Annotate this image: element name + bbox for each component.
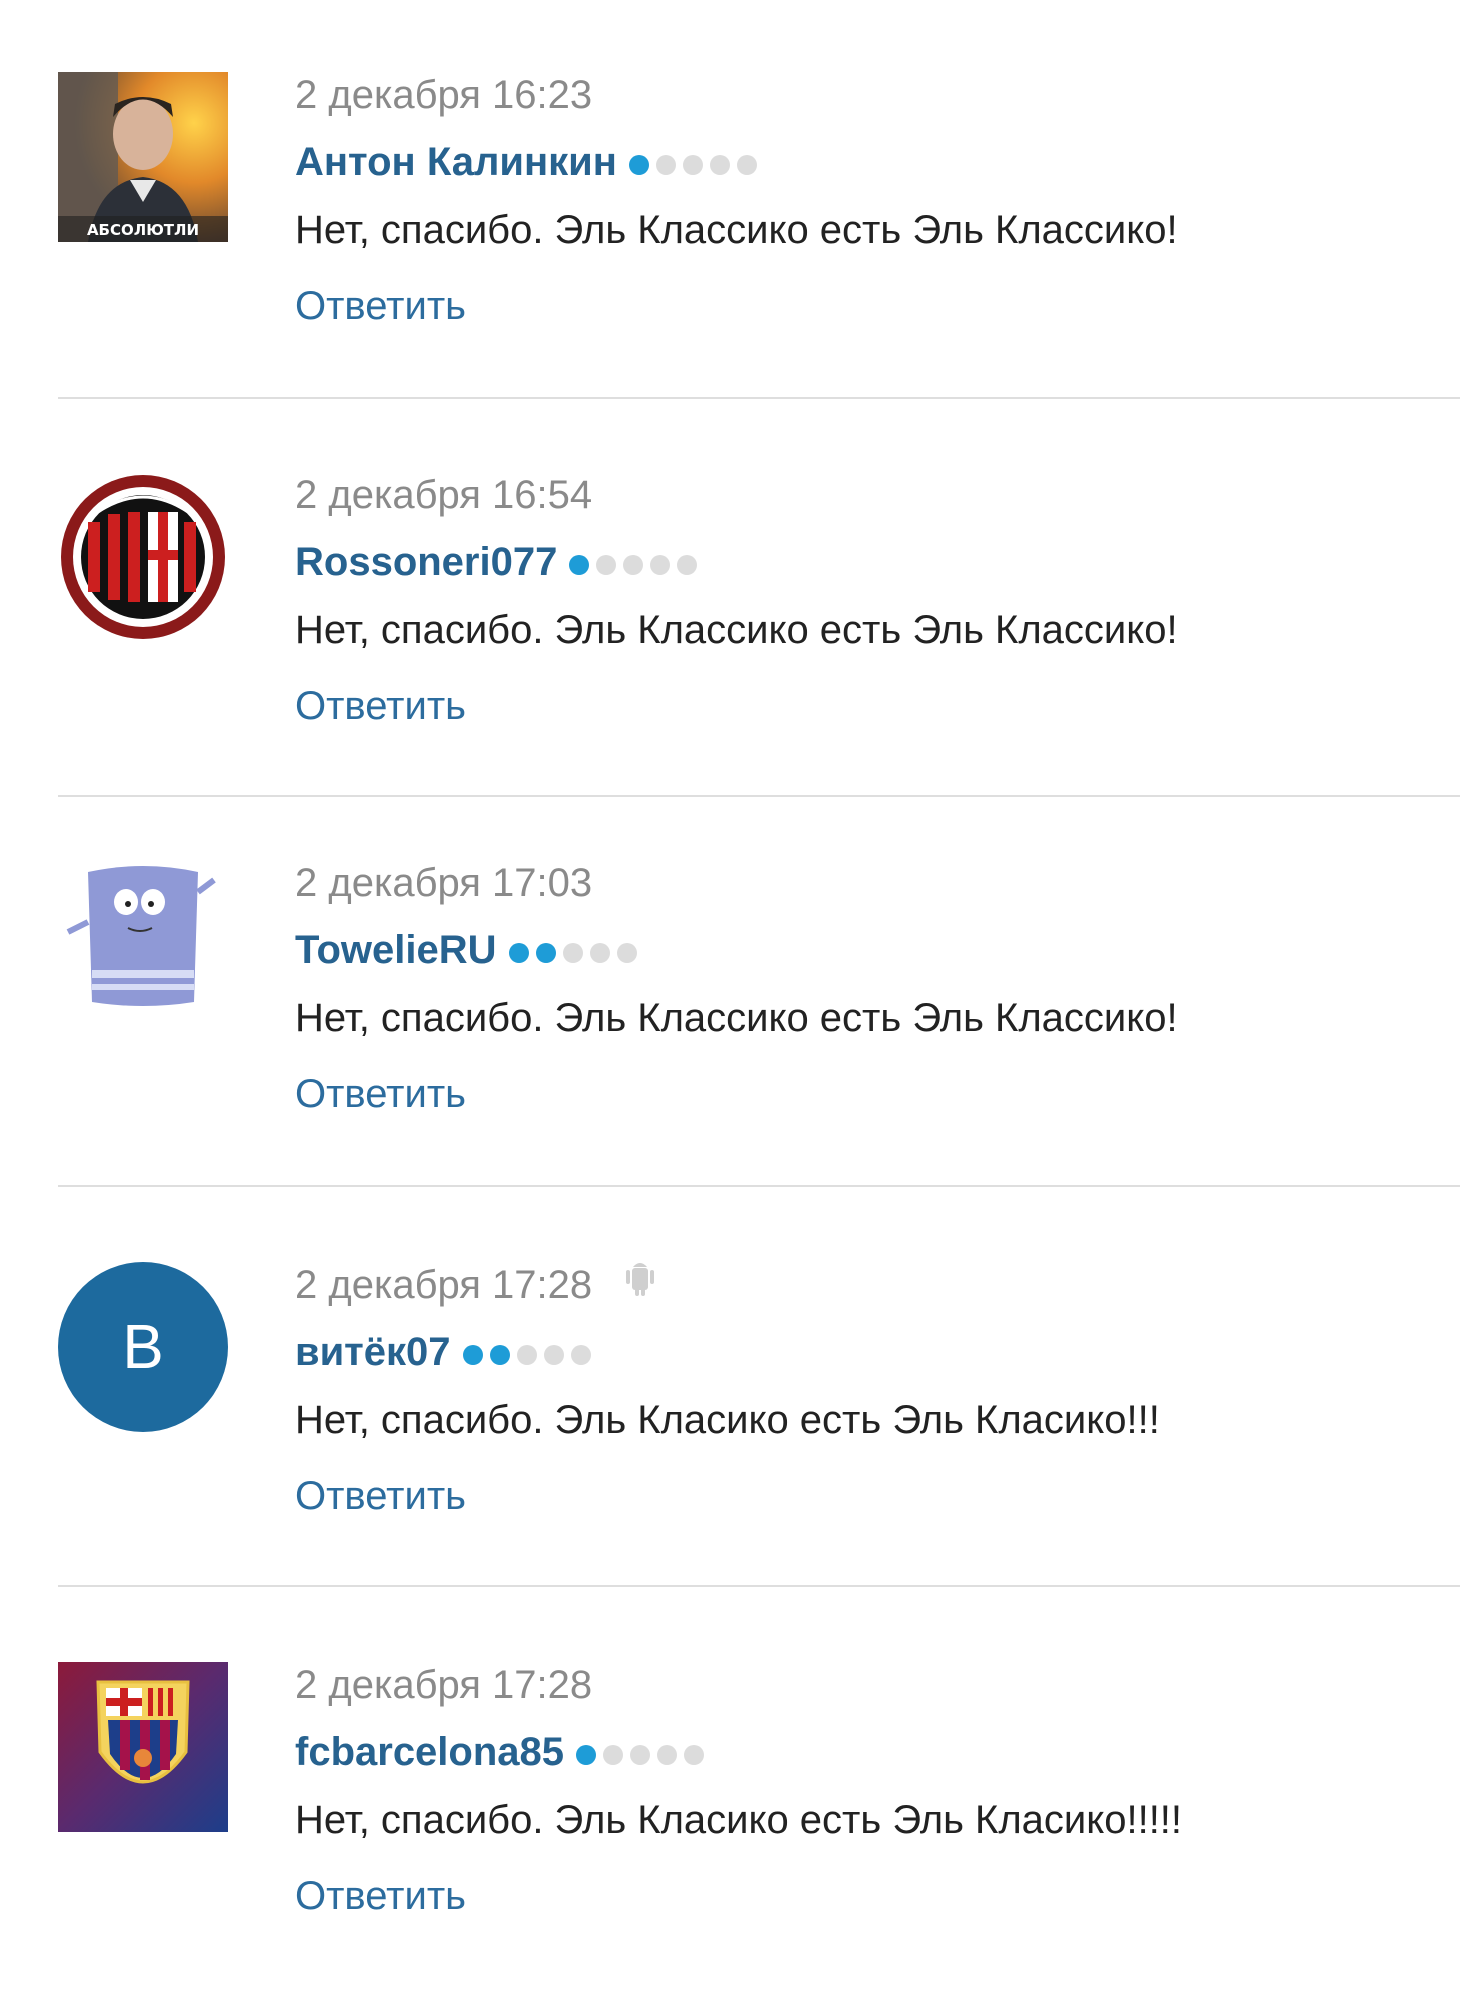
reply-link[interactable]: Ответить bbox=[295, 1470, 466, 1522]
author-name[interactable]: Антон Калинкин bbox=[295, 136, 617, 188]
reply-link[interactable]: Ответить bbox=[295, 1870, 466, 1922]
fc-barcelona-crest-icon bbox=[58, 1662, 228, 1832]
android-icon bbox=[625, 1258, 655, 1310]
rating-dot-filled bbox=[462, 1345, 483, 1365]
author-line: TowelieRU bbox=[295, 924, 644, 976]
author-name[interactable]: Rossoneri077 bbox=[295, 536, 557, 588]
rating-dot-empty bbox=[630, 1745, 651, 1765]
rating-dot-empty bbox=[596, 555, 617, 575]
rating-dot-empty bbox=[655, 155, 676, 175]
rating-dot-empty bbox=[657, 1745, 678, 1765]
comment-time[interactable]: 2 декабря 17:03 bbox=[295, 858, 592, 908]
rating-dots bbox=[569, 555, 704, 575]
rating-dot-empty bbox=[682, 155, 703, 175]
author-line: Антон Калинкин bbox=[295, 136, 764, 188]
comment-text: Нет, спасибо. Эль Класико есть Эль Класи… bbox=[295, 1798, 1183, 1842]
rating-dots bbox=[508, 943, 644, 963]
rating-dots bbox=[576, 1745, 711, 1765]
comment-item: 2 декабря 16:54 Rossoneri077 Нет, спасиб… bbox=[0, 400, 1460, 800]
comment-time[interactable]: 2 декабря 16:54 bbox=[295, 470, 592, 520]
author-line: fcbarcelona85 bbox=[295, 1726, 711, 1778]
rating-dot-empty bbox=[623, 555, 644, 575]
avatar-photo-image: АБСОЛЮТЛИ bbox=[58, 72, 228, 242]
rating-dot-filled bbox=[535, 943, 556, 963]
rating-dot-filled bbox=[489, 1345, 510, 1365]
comment-text: Нет, спасибо. Эль Класико есть Эль Класи… bbox=[295, 1398, 1160, 1442]
rating-dot-filled bbox=[628, 155, 649, 175]
rating-dots bbox=[628, 155, 764, 175]
rating-dot-filled bbox=[576, 1745, 597, 1765]
author-name[interactable]: TowelieRU bbox=[295, 924, 497, 976]
rating-dot-filled bbox=[508, 943, 529, 963]
divider bbox=[58, 1585, 1460, 1587]
author-name[interactable]: витёк07 bbox=[295, 1326, 451, 1378]
author-line: витёк07 bbox=[295, 1326, 598, 1378]
avatar[interactable]: АБСОЛЮТЛИ bbox=[58, 72, 228, 242]
towel-character-icon bbox=[58, 852, 228, 1022]
rating-dot-empty bbox=[736, 155, 757, 175]
rating-dot-filled bbox=[569, 555, 590, 575]
rating-dot-empty bbox=[603, 1745, 624, 1765]
avatar[interactable]: В bbox=[58, 1262, 228, 1432]
rating-dot-empty bbox=[616, 943, 637, 963]
comment-time-text: 2 декабря 17:28 bbox=[295, 1263, 593, 1307]
author-line: Rossoneri077 bbox=[295, 536, 704, 588]
comment-time[interactable]: 2 декабря 17:28 bbox=[295, 1660, 592, 1710]
rating-dot-empty bbox=[589, 943, 610, 963]
rating-dot-empty bbox=[570, 1345, 591, 1365]
comment-text: Нет, спасибо. Эль Классико есть Эль Клас… bbox=[295, 608, 1178, 652]
comment-time[interactable]: 2 декабря 17:28 bbox=[295, 1260, 655, 1310]
rating-dot-empty bbox=[650, 555, 671, 575]
rating-dot-empty bbox=[684, 1745, 705, 1765]
rating-dot-empty bbox=[562, 943, 583, 963]
avatar-caption: АБСОЛЮТЛИ bbox=[87, 221, 199, 239]
rating-dots bbox=[462, 1345, 598, 1365]
rating-dot-empty bbox=[709, 155, 730, 175]
comment-time[interactable]: 2 декабря 16:23 bbox=[295, 70, 592, 120]
comment-item: 2 декабря 17:28 fcbarcelona85 Нет, спаси… bbox=[0, 1590, 1460, 1990]
avatar[interactable] bbox=[58, 472, 228, 642]
reply-link[interactable]: Ответить bbox=[295, 680, 466, 732]
comment-item: АБСОЛЮТЛИ 2 декабря 16:23 Антон Калинкин… bbox=[0, 0, 1460, 400]
ac-milan-logo-icon bbox=[59, 473, 227, 641]
rating-dot-empty bbox=[516, 1345, 537, 1365]
reply-link[interactable]: Ответить bbox=[295, 1068, 466, 1120]
divider bbox=[58, 397, 1460, 399]
avatar[interactable] bbox=[58, 852, 228, 1022]
comment-item: В 2 декабря 17:28 витёк07 Нет, спасибо. … bbox=[0, 1190, 1460, 1590]
divider bbox=[58, 1185, 1460, 1187]
rating-dot-empty bbox=[543, 1345, 564, 1365]
avatar[interactable] bbox=[58, 1662, 228, 1832]
rating-dot-empty bbox=[677, 555, 698, 575]
comment-text: Нет, спасибо. Эль Классико есть Эль Клас… bbox=[295, 208, 1178, 252]
reply-link[interactable]: Ответить bbox=[295, 280, 466, 332]
comment-item: 2 декабря 17:03 TowelieRU Нет, спасибо. … bbox=[0, 790, 1460, 1190]
comment-text: Нет, спасибо. Эль Классико есть Эль Клас… bbox=[295, 996, 1178, 1040]
avatar-letter: В bbox=[122, 1312, 164, 1382]
author-name[interactable]: fcbarcelona85 bbox=[295, 1726, 564, 1778]
